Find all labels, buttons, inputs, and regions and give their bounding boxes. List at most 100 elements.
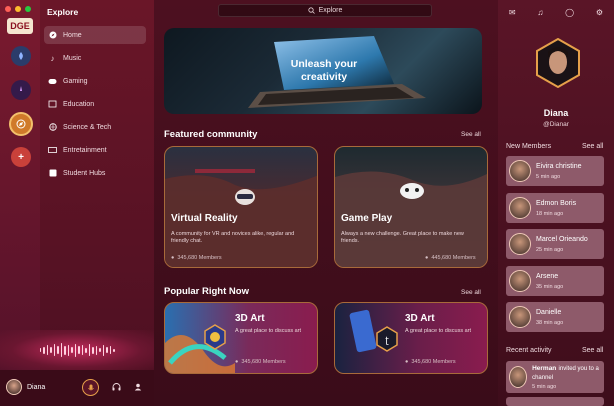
hub-icon [48,169,57,178]
app-window: DGE + Explore Home ♪ Music Gaming Educat… [0,0,614,406]
avatar [509,197,531,219]
nav-item-music[interactable]: ♪ Music [44,49,146,67]
member-item[interactable]: Marcel Orieando 25 min ago [506,229,604,259]
search-input[interactable]: Explore [218,4,432,17]
nav-item-entertainment[interactable]: Entretainment [44,141,146,159]
server-icon-1[interactable] [11,46,31,66]
popular-see-all-link[interactable]: See all [461,289,481,296]
member-time: 18 min ago [536,210,564,217]
avatar [509,233,531,255]
card-members: ● 345,680 Members [171,255,222,261]
nav-item-student-hubs[interactable]: Student Hubs [44,164,146,182]
members-icon: ● [425,255,429,261]
recent-activity-see-all-link[interactable]: See all [582,347,603,354]
explore-server-icon[interactable] [9,112,33,136]
card-title: Virtual Reality [171,213,238,224]
nav-item-science-tech[interactable]: Science & Tech [44,118,146,136]
svg-text:ʈ: ʈ [385,336,389,346]
headphones-button[interactable] [110,381,122,393]
top-actions: ✉ ♫ ◯ ⚙ [498,0,614,24]
member-time: 38 min ago [536,319,564,326]
activity-time: 5 min ago [532,384,557,390]
microphone-button[interactable] [82,379,99,396]
nav-item-label: Entretainment [63,146,107,154]
nav-title: Explore [47,7,79,17]
gamepad-icon [48,77,57,86]
gear-icon[interactable]: ⚙ [596,8,603,17]
nav-item-label: Education [63,100,95,108]
avatar [509,160,531,182]
nav-item-home[interactable]: Home [44,26,146,44]
compass-icon [48,31,57,40]
inbox-icon[interactable]: ✉ [509,8,516,17]
right-panel: ✉ ♫ ◯ ⚙ Diana @Dianar New Members See al… [498,0,614,406]
search-label: Explore [318,7,343,14]
member-item[interactable]: Danielle 38 min ago [506,302,604,332]
members-icon: ● [171,255,175,261]
community-card[interactable]: Game Play Always a new challenge. Great … [334,146,488,268]
member-name: Eivira christine [536,162,582,170]
gameplay-image [335,171,487,267]
card-description: A great place to discuss art [235,328,302,334]
members-count: 345,680 Members [241,359,286,365]
education-icon [48,100,57,109]
members-count: 345,680 Members [177,255,222,261]
popular-card[interactable]: 3D Art A great place to discuss art ● 34… [164,302,318,374]
card-description: Always a new challenge. Great place to m… [341,231,464,244]
member-time: 5 min ago [536,173,561,180]
art-image [165,324,235,373]
profile-name: Diana [543,108,569,118]
members-count: 345,680 Members [411,359,456,365]
card-description: A great place to discuss art [405,328,472,334]
server-icon-2[interactable] [11,80,31,100]
bell-icon[interactable]: ♫ [537,8,543,17]
nav-item-education[interactable]: Education [44,95,146,113]
nav-item-label: Music [63,54,82,62]
maximize-window-button[interactable] [25,6,31,12]
user-icon [134,383,142,391]
user-bar: Diana [0,370,154,406]
activity-item[interactable]: Herman invited you to a channel 5 min ag… [506,361,604,393]
user-settings-button[interactable] [132,381,144,393]
featured-title: Featured community [164,129,258,140]
activity-item[interactable] [506,397,604,406]
nav-item-label: Gaming [63,77,88,85]
close-window-button[interactable] [5,6,11,12]
featured-see-all-link[interactable]: See all [461,131,481,138]
tv-icon [48,146,57,155]
card-title: 3D Art [235,313,265,324]
members-icon: ● [235,359,239,365]
add-server-button[interactable]: + [11,147,31,167]
phone-image: ʈ [349,309,398,353]
community-card[interactable]: Virtual Reality A community for VR and n… [164,146,318,268]
activity-user: Herman [532,365,557,372]
new-members-see-all-link[interactable]: See all [582,143,603,150]
member-item[interactable]: Edmon Boris 18 min ago [506,193,604,223]
app-logo[interactable]: DGE [7,18,33,34]
hero-banner[interactable]: Unleash your creativity [164,28,482,114]
music-icon: ♪ [50,53,55,63]
new-members-title: New Members [506,143,552,150]
profile-avatar[interactable] [536,37,580,89]
globe-icon [48,123,57,132]
recent-activity-title: Recent activity [506,347,552,354]
nav-item-label: Home [63,31,82,39]
avatar [509,270,531,292]
member-name: Arsene [536,272,559,280]
member-item[interactable]: Eivira christine 5 min ago [506,156,604,186]
nav-item-label: Student Hubs [63,169,106,177]
popular-card[interactable]: ʈ 3D Art A great place to discuss art ● … [334,302,488,374]
avatar[interactable] [6,379,22,395]
microphone-icon [87,384,94,390]
chat-icon[interactable]: ◯ [565,8,574,17]
card-title: Game Play [341,213,393,224]
member-name: Marcel Orieando [536,235,588,243]
minimize-window-button[interactable] [15,6,21,12]
avatar [509,306,531,328]
member-item[interactable]: Arsene 35 min ago [506,266,604,296]
member-time: 25 min ago [536,246,564,253]
nav-item-gaming[interactable]: Gaming [44,72,146,90]
members-icon: ● [405,359,409,365]
member-name: Danielle [536,308,562,316]
card-members: ● 345,680 Members [235,359,286,365]
